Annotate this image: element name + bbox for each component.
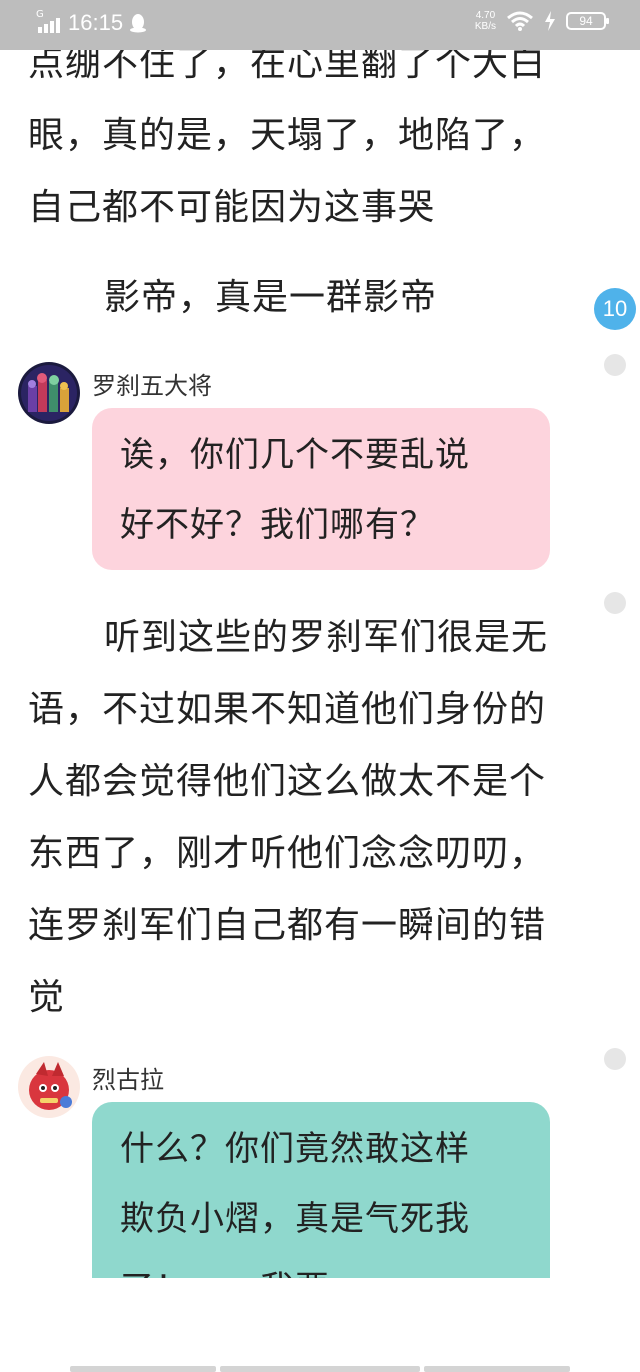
text-line: 觉: [28, 977, 66, 1018]
speaker-name: 烈古拉: [92, 1066, 164, 1094]
network-type: G: [36, 9, 44, 20]
avatar-liegula[interactable]: [18, 1056, 80, 1118]
avatar-rakshasa-generals[interactable]: [18, 362, 80, 424]
clock: 16:15: [68, 10, 124, 35]
dialog-line: 好不好？我们哪有？: [120, 505, 435, 545]
dialog-bubble: 诶，你们几个不要乱说 好不好？我们哪有？: [92, 408, 550, 570]
text-line: 影帝，真是一群影帝: [104, 277, 438, 318]
paragraph-actor: 影帝，真是一群影帝: [28, 262, 568, 334]
bottom-tab-strip: [0, 1364, 640, 1372]
comment-dot[interactable]: [604, 592, 626, 614]
paragraph-mid: 听到这些的罗刹军们很是无 语，不过如果不知道他们身份的 人都会觉得他们这么做太不…: [28, 602, 568, 1034]
dialog-line: 诶，你们几个不要乱说: [120, 435, 470, 475]
dialog-line: 欺负小熠，真是气死我: [120, 1199, 470, 1239]
status-bar: G 16:15 4.70 KB/s 94: [0, 0, 640, 50]
paragraph-top: 点绷不住了，在心里翻了个大白 眼，真的是，天塌了，地陷了， 自己都不可能因为这事…: [28, 28, 568, 244]
text-line: 眼，真的是，天塌了，地陷了，: [28, 115, 547, 156]
text-line: 东西了，刚才听他们念念叨叨，: [28, 833, 547, 874]
comment-dot[interactable]: [604, 354, 626, 376]
wifi-icon: [507, 11, 533, 31]
tab-indicator[interactable]: [220, 1366, 420, 1372]
comment-count-badge[interactable]: 10: [594, 288, 636, 330]
dialog-line: 什么？你们竟然敢这样: [120, 1129, 470, 1169]
charging-icon: [545, 11, 555, 31]
text-line: 连罗刹军们自己都有一瞬间的错: [28, 905, 547, 946]
network-speed: 4.70 KB/s: [474, 10, 496, 32]
tab-indicator[interactable]: [70, 1366, 216, 1372]
qq-icon: [130, 14, 147, 33]
dialog-bubble: 什么？你们竟然敢这样 欺负小熠，真是气死我 了！……我要……: [92, 1102, 550, 1278]
tab-indicator[interactable]: [424, 1366, 570, 1372]
battery-icon: 94: [566, 12, 609, 30]
dialog-line: 了！……我要……: [120, 1254, 522, 1278]
text-line: 人都会觉得他们这么做太不是个: [28, 761, 547, 802]
reader-content: 点绷不住了，在心里翻了个大白 眼，真的是，天塌了，地陷了， 自己都不可能因为这事…: [0, 0, 640, 1278]
text-line: 听到这些的罗刹军们很是无: [104, 617, 549, 658]
text-line: 自己都不可能因为这事哭: [28, 187, 436, 228]
text-line: 语，不过如果不知道他们身份的: [28, 689, 547, 730]
comment-dot[interactable]: [604, 1048, 626, 1070]
speaker-name: 罗刹五大将: [92, 372, 212, 400]
signal-icon: G: [36, 9, 62, 35]
